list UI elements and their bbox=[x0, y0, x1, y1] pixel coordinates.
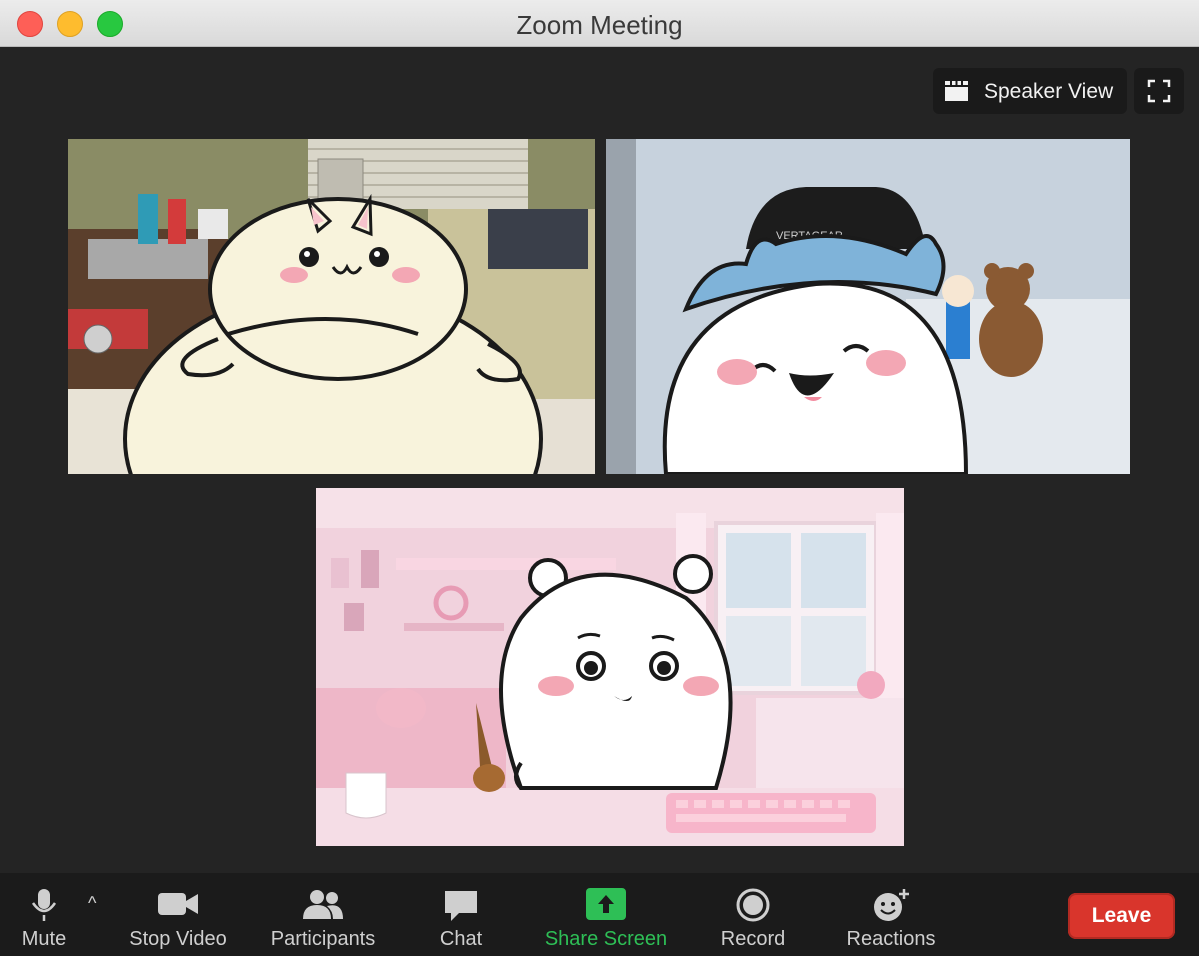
mute-label: Mute bbox=[21, 928, 67, 950]
gallery-grid-icon bbox=[945, 81, 968, 101]
fullscreen-icon bbox=[1147, 79, 1171, 103]
speaker-view-button[interactable]: Speaker View bbox=[933, 68, 1127, 114]
share-screen-button[interactable]: Share Screen bbox=[536, 873, 676, 956]
participant-video-3 bbox=[316, 488, 904, 846]
title-bar: Zoom Meeting bbox=[0, 0, 1199, 47]
reactions-label: Reactions bbox=[846, 928, 936, 950]
window-title: Zoom Meeting bbox=[516, 10, 683, 40]
microphone-icon bbox=[31, 889, 57, 921]
share-screen-label: Share Screen bbox=[544, 928, 668, 950]
mute-button[interactable]: Mute bbox=[0, 873, 88, 956]
audio-options-caret-icon[interactable]: ^ bbox=[88, 893, 96, 914]
participant-tile-3[interactable] bbox=[316, 488, 904, 846]
share-screen-icon bbox=[586, 888, 626, 920]
speaker-view-label: Speaker View bbox=[984, 80, 1114, 103]
participants-label: Participants bbox=[270, 928, 376, 950]
participant-tile-2[interactable]: VERTAGEAR bbox=[606, 139, 1130, 474]
record-button[interactable]: Record bbox=[708, 873, 798, 956]
participant-video-2: VERTAGEAR bbox=[606, 139, 1130, 474]
chat-bubble-icon bbox=[445, 891, 477, 921]
record-icon bbox=[736, 888, 770, 922]
stop-video-button[interactable]: Stop Video bbox=[118, 873, 238, 956]
fullscreen-button[interactable] bbox=[1134, 68, 1184, 114]
reactions-smiley-icon bbox=[874, 889, 909, 921]
stop-video-label: Stop Video bbox=[129, 928, 227, 950]
participant-video-1 bbox=[68, 139, 595, 474]
leave-button[interactable]: Leave bbox=[1068, 893, 1175, 939]
participant-tile-1[interactable] bbox=[68, 139, 595, 474]
video-camera-icon bbox=[158, 893, 198, 915]
record-label: Record bbox=[720, 928, 786, 950]
chat-label: Chat bbox=[439, 928, 483, 950]
reactions-button[interactable]: Reactions bbox=[836, 873, 946, 956]
participants-button[interactable]: Participants bbox=[260, 873, 386, 956]
participants-icon bbox=[303, 890, 343, 919]
chat-button[interactable]: Chat bbox=[420, 873, 502, 956]
